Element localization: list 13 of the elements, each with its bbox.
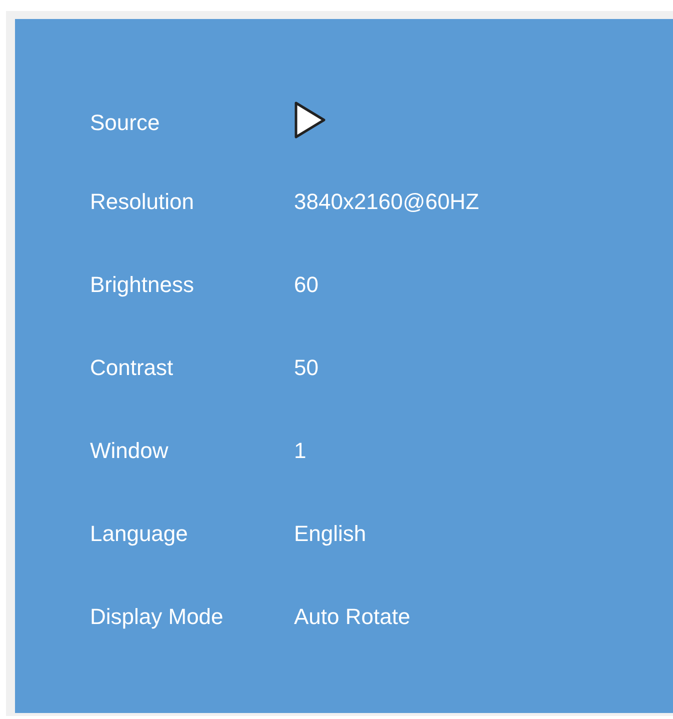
menu-value: Auto Rotate (294, 604, 410, 630)
menu-value: 1 (294, 438, 306, 464)
menu-label[interactable]: Display Mode (90, 604, 224, 630)
menu-label[interactable]: Contrast (90, 355, 174, 381)
menu-value: 50 (294, 355, 318, 381)
menu-value: English (294, 521, 366, 547)
menu-label[interactable]: Window (90, 438, 168, 464)
menu-value: 3840x2160@60HZ (294, 189, 480, 215)
menu-label[interactable]: Brightness (90, 272, 194, 298)
menu-label[interactable]: Language (90, 521, 188, 547)
menu-value: 60 (294, 272, 318, 298)
menu-label[interactable]: Source (90, 110, 160, 136)
menu-label[interactable]: Resolution (90, 189, 194, 215)
